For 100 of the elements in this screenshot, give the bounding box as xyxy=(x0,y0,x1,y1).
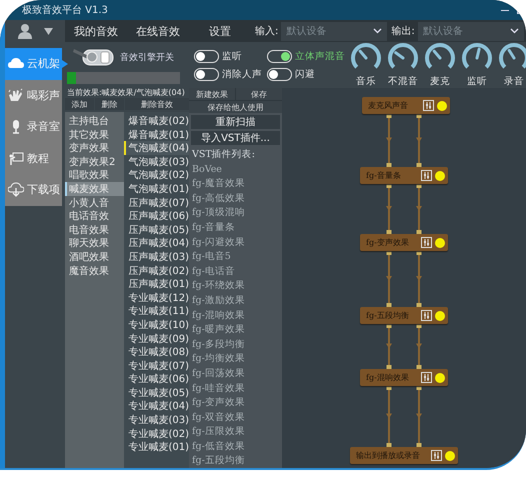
device-dropdown[interactable]: 默认设备 xyxy=(281,22,388,40)
category-item[interactable]: 电音效果 xyxy=(65,222,124,236)
plugin-item[interactable]: fg-电话音 xyxy=(189,264,282,278)
preset-item[interactable]: 压声喊麦(07) xyxy=(124,196,189,210)
plugin-item[interactable]: fg-回荡效果 xyxy=(189,366,282,380)
preset-item[interactable]: 专业喊麦(01) xyxy=(124,440,189,454)
mixer-icon[interactable] xyxy=(421,237,432,248)
toggle-switch[interactable] xyxy=(267,50,292,62)
category-item[interactable]: 电话音效 xyxy=(65,209,124,223)
preset-item[interactable]: 爆音喊麦(01) xyxy=(124,128,189,142)
status-dot-icon xyxy=(435,372,445,382)
sidebar-item[interactable]: 喝彩声 xyxy=(5,80,62,111)
category-item[interactable]: 小黄人音 xyxy=(65,196,124,210)
mixer-icon[interactable] xyxy=(421,310,432,321)
category-item[interactable]: 其它效果 xyxy=(65,128,124,142)
plugin-item[interactable]: fg-魔音效果 xyxy=(189,176,282,191)
plugin-item[interactable]: fg-电音5 xyxy=(189,249,282,264)
mixer-icon[interactable] xyxy=(423,100,434,111)
plugin-item[interactable]: fg-闪避效果 xyxy=(189,234,282,250)
preset-item[interactable]: 专业喊麦(12) xyxy=(124,290,189,304)
plugin-item[interactable]: BoVee xyxy=(189,162,282,176)
effect-node[interactable]: fg-混响效果 xyxy=(360,369,448,386)
plugin-item[interactable]: fg-低音效果 xyxy=(189,438,282,454)
preset-item[interactable]: 压声喊麦(02) xyxy=(124,264,189,278)
plugin-item[interactable]: fg-混响效果 xyxy=(189,308,282,322)
effect-button[interactable]: 删除 xyxy=(95,98,124,110)
plugin-item[interactable]: fg-多段均衡 xyxy=(189,336,282,352)
plugin-button[interactable]: 新建效果 xyxy=(189,88,235,100)
caret-icon[interactable] xyxy=(44,28,54,34)
preset-item[interactable]: 专业喊麦(06) xyxy=(124,372,189,386)
sidebar-item[interactable]: 教程 xyxy=(5,142,62,174)
category-item[interactable]: 聊天效果 xyxy=(65,236,124,250)
effect-node[interactable]: 输出到播放或录音 xyxy=(350,447,458,464)
effect-node[interactable]: fg-五段均衡 xyxy=(360,307,448,324)
sidebar-item[interactable]: 录音室 xyxy=(5,111,62,142)
toggle-switch[interactable] xyxy=(194,68,219,80)
preset-item[interactable]: 压声喊麦(05) xyxy=(124,222,189,236)
action-button[interactable]: 重新扫描 xyxy=(191,115,280,129)
avatar-icon[interactable] xyxy=(16,23,33,39)
toggle-switch[interactable] xyxy=(194,50,219,62)
preset-item[interactable]: 专业喊麦(04) xyxy=(124,399,189,414)
category-item[interactable]: 唱歌效果 xyxy=(65,168,124,182)
category-item[interactable]: 变声效果 xyxy=(65,141,124,155)
device-dropdown[interactable]: 默认设备 xyxy=(418,22,524,40)
mixer-icon[interactable] xyxy=(421,170,432,181)
effect-node[interactable]: fg-变声效果 xyxy=(360,234,448,251)
plugin-item[interactable]: fg-音量条 xyxy=(189,220,282,235)
knob-label: 监听 xyxy=(467,75,487,88)
effect-node[interactable]: fg-音量条 xyxy=(360,167,448,184)
plugin-item[interactable]: fg-均衡效果 xyxy=(189,351,282,366)
preset-item[interactable]: 爆音喊麦(02) xyxy=(124,114,189,128)
action-button[interactable]: 导入VST插件... xyxy=(191,131,280,145)
preset-item[interactable]: 专业喊麦(02) xyxy=(124,426,189,440)
plugin-item[interactable]: fg-五段均衡 xyxy=(189,453,282,468)
status-dot-icon xyxy=(435,238,445,248)
plugin-button[interactable]: 保存 xyxy=(236,88,282,100)
preset-item[interactable]: 气泡喊麦(03) xyxy=(124,154,189,168)
effect-button[interactable]: 删除音效 xyxy=(125,98,189,110)
connector xyxy=(416,324,422,369)
toggle-label: 监听 xyxy=(222,50,242,62)
connector xyxy=(416,386,422,447)
plugin-item[interactable]: fg-顶级混响 xyxy=(189,205,282,220)
preset-item[interactable]: 压声喊麦(04) xyxy=(124,236,189,250)
plugin-item[interactable]: fg-暖声效果 xyxy=(189,322,282,337)
preset-item[interactable]: 专业喊麦(07) xyxy=(124,358,189,372)
plugin-item[interactable]: fg-环绕效果 xyxy=(189,278,282,293)
plugin-button[interactable]: 保存给他人使用 xyxy=(189,101,282,113)
preset-item[interactable]: 气泡喊麦(04) xyxy=(124,141,189,155)
preset-item[interactable]: 专业喊麦(08) xyxy=(124,345,189,359)
preset-item[interactable]: 专业喊麦(09) xyxy=(124,332,189,346)
category-item[interactable]: 魔音效果 xyxy=(65,264,124,278)
plugin-item[interactable]: fg-压限效果 xyxy=(189,424,282,439)
plugin-item[interactable]: fg-高低效果 xyxy=(189,190,282,206)
category-item[interactable]: 喊麦效果 xyxy=(65,182,124,196)
toggle-switch[interactable] xyxy=(267,68,292,80)
mixer-icon[interactable] xyxy=(421,372,432,383)
toggle-label: 闪避 xyxy=(295,68,315,80)
plugin-item[interactable]: fg-双音效果 xyxy=(189,410,282,424)
category-item[interactable]: 酒吧效果 xyxy=(65,250,124,264)
preset-item[interactable]: 气泡喊麦(01) xyxy=(124,182,189,196)
plugin-item[interactable]: fg-哇音效果 xyxy=(189,380,282,396)
sidebar-item[interactable]: 下载项 xyxy=(5,174,62,206)
preset-item[interactable]: 压声喊麦(03) xyxy=(124,250,189,264)
preset-item[interactable]: 专业喊麦(11) xyxy=(124,304,189,318)
effect-button[interactable]: 添加 xyxy=(65,98,94,110)
status-dot-icon xyxy=(435,170,445,180)
preset-item[interactable]: 专业喊麦(10) xyxy=(124,318,189,332)
category-item[interactable]: 变声效果2 xyxy=(65,154,124,168)
preset-item[interactable]: 专业喊麦(05) xyxy=(124,386,189,400)
plugin-item[interactable]: fg-变声效果 xyxy=(189,395,282,410)
preset-item[interactable]: 压声喊麦(06) xyxy=(124,209,189,223)
preset-item[interactable]: 压声喊麦(01) xyxy=(124,277,189,291)
preset-item[interactable]: 专业喊麦(03) xyxy=(124,413,189,427)
effect-node[interactable]: 麦克风声音 xyxy=(362,97,450,114)
lever-switch[interactable] xyxy=(71,46,115,68)
preset-item[interactable]: 气泡喊麦(02) xyxy=(124,168,189,182)
mixer-icon[interactable] xyxy=(431,450,442,461)
plugin-item[interactable]: fg-激励效果 xyxy=(189,292,282,308)
knob-label: 音乐 xyxy=(356,75,376,88)
category-item[interactable]: 主持电台 xyxy=(65,114,124,128)
